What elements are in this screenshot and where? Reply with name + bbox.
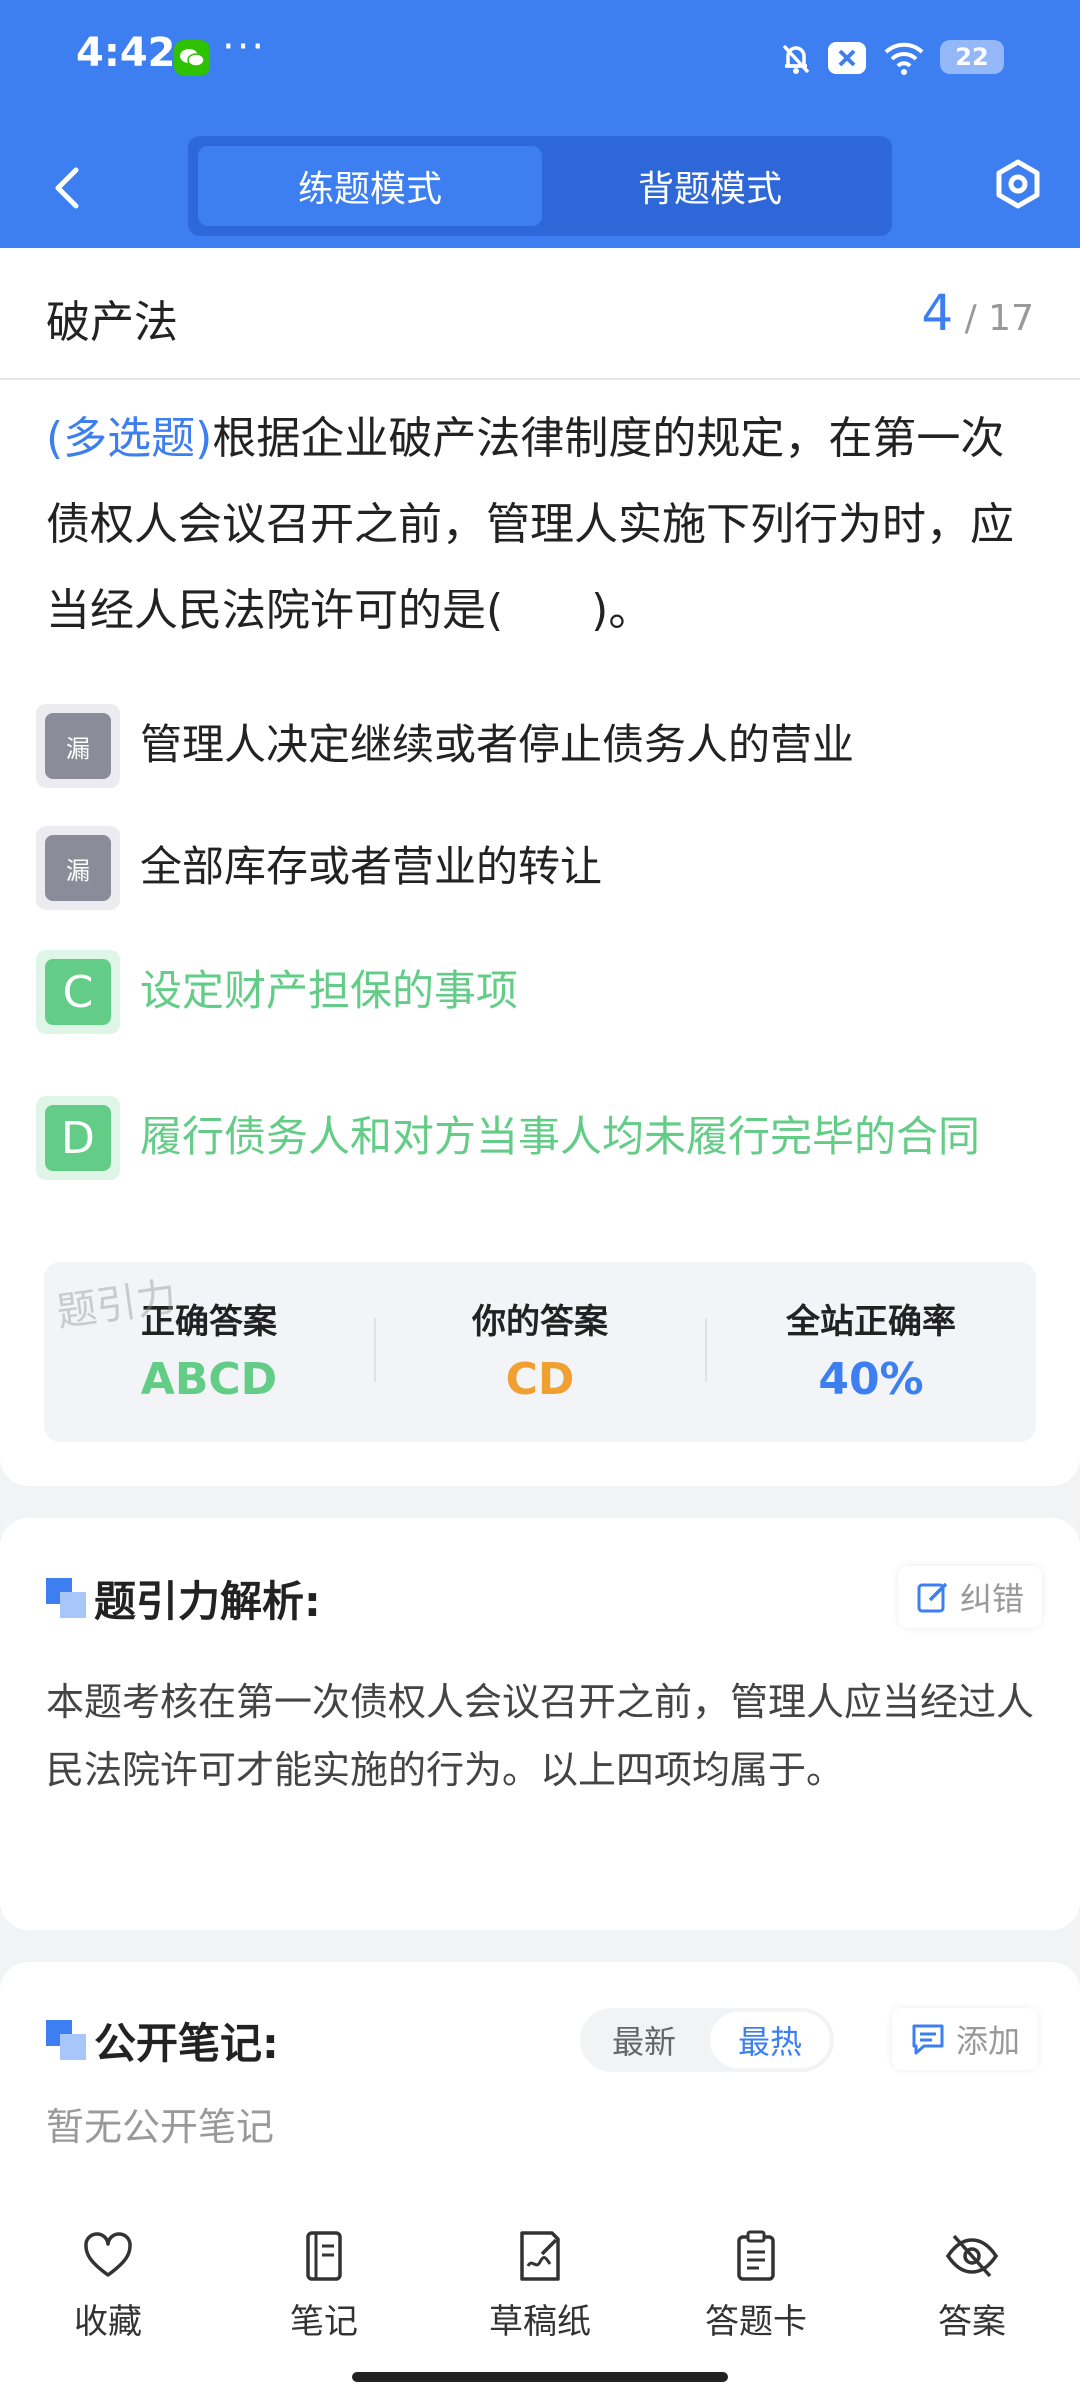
nav-answer-card[interactable]: 答题卡: [656, 2228, 856, 2358]
option-d[interactable]: D 履行债务人和对方当事人均未履行完毕的合同: [36, 1096, 1046, 1180]
current-question-number: 4: [921, 284, 954, 342]
wifi-icon: [882, 38, 926, 82]
nav-label: 草稿纸: [489, 2302, 591, 2342]
close-box-icon: [826, 38, 868, 82]
public-notes-card: 公开笔记: 最新 最热 添加 暂无公开笔记: [0, 1962, 1080, 2202]
nav-label: 答案: [938, 2302, 1006, 2342]
add-note-button[interactable]: 添加: [892, 2008, 1039, 2070]
answer-card-icon: [737, 2230, 775, 2281]
bottom-nav: 收藏 笔记 草稿纸 答题卡 答案: [0, 2202, 1080, 2400]
status-time: 4:42: [76, 30, 176, 76]
sort-latest[interactable]: 最新: [584, 2012, 704, 2068]
total-questions: / 17: [964, 298, 1034, 339]
tab-practice-mode[interactable]: 练题模式: [198, 146, 542, 226]
stat-value: CD: [505, 1354, 575, 1405]
option-b-badge: 漏: [45, 835, 111, 901]
stat-value: ABCD: [140, 1354, 278, 1405]
edit-icon: [917, 1582, 948, 1613]
notebook-icon: [306, 2231, 342, 2281]
option-a-badge: 漏: [45, 713, 111, 779]
section-square-icon: [46, 2020, 86, 2060]
back-chevron-icon: [55, 167, 79, 209]
section-square-icon: [46, 1578, 86, 1618]
stat-site-accuracy: 全站正确率 40%: [706, 1262, 1036, 1442]
more-notifications-icon: ···: [222, 24, 267, 70]
nav-label: 收藏: [74, 2302, 142, 2342]
correct-badge: C: [36, 950, 120, 1034]
nav-draft-paper[interactable]: 草稿纸: [440, 2228, 640, 2358]
notes-sort-toggle: 最新 最热: [580, 2008, 834, 2072]
sort-hottest[interactable]: 最热: [710, 2012, 830, 2068]
top-header: 4:42 ··· 22 练题模式 背题模式: [0, 0, 1080, 248]
missed-badge: 漏: [36, 826, 120, 910]
analysis-title: 题引力解析:: [94, 1577, 321, 1626]
draft-paper-icon: [520, 2231, 560, 2281]
question-card: 破产法 4 / 17 (多选题)根据企业破产法律制度的规定，在第一次债权人会议召…: [0, 248, 1080, 1486]
correct-badge: D: [36, 1096, 120, 1180]
question-counter: 4 / 17: [921, 284, 1034, 342]
heart-icon: [84, 2232, 132, 2277]
option-a-text: 管理人决定继续或者停止债务人的营业: [140, 720, 855, 769]
divider: [0, 378, 1080, 380]
answer-stats: 正确答案 ABCD 你的答案 CD 全站正确率 40%: [44, 1262, 1036, 1442]
stat-label: 全站正确率: [786, 1302, 956, 1342]
report-error-label: 纠错: [960, 1580, 1025, 1618]
option-d-text: 履行债务人和对方当事人均未履行完毕的合同: [140, 1112, 981, 1161]
option-a[interactable]: 漏 管理人决定继续或者停止债务人的营业: [36, 704, 1046, 788]
analysis-text: 本题考核在第一次债权人会议召开之前，管理人应当经过人民法院许可才能实施的行为。以…: [46, 1680, 1035, 1792]
home-indicator[interactable]: [352, 2372, 728, 2382]
hexagon-settings-icon: [996, 159, 1040, 209]
report-error-button[interactable]: 纠错: [898, 1566, 1043, 1628]
nav-toggle-answer[interactable]: 答案: [872, 2228, 1072, 2358]
option-b-text: 全部库存或者营业的转让: [140, 842, 603, 891]
option-c-text: 设定财产担保的事项: [140, 966, 519, 1015]
option-c-badge: C: [45, 959, 111, 1025]
add-note-label: 添加: [956, 2022, 1021, 2060]
comment-icon: [912, 2024, 944, 2055]
missed-badge: 漏: [36, 704, 120, 788]
battery-icon: 22: [940, 40, 1004, 74]
nav-notes[interactable]: 笔记: [224, 2228, 424, 2358]
nav-label: 笔记: [290, 2302, 358, 2342]
mode-switch: 练题模式 背题模式: [188, 136, 892, 236]
option-c[interactable]: C 设定财产担保的事项: [36, 950, 1046, 1034]
nav-favorite[interactable]: 收藏: [8, 2228, 208, 2358]
empty-notes-text: 暂无公开笔记: [46, 2105, 275, 2149]
option-d-badge: D: [45, 1105, 111, 1171]
tab-review-mode[interactable]: 背题模式: [538, 146, 882, 226]
analysis-card: 题引力解析: 纠错 本题考核在第一次债权人会议召开之前，管理人应当经过人民法院许…: [0, 1518, 1080, 1930]
notes-title: 公开笔记:: [94, 2019, 279, 2068]
settings-button[interactable]: [990, 156, 1046, 212]
mute-bell-icon: [776, 38, 816, 82]
wechat-notification-icon: [174, 40, 210, 76]
stat-label: 你的答案: [472, 1302, 608, 1342]
stat-your-answer: 你的答案 CD: [375, 1262, 705, 1442]
eye-off-icon: [945, 2234, 999, 2278]
back-button[interactable]: [40, 160, 96, 216]
subject-title: 破产法: [46, 297, 178, 348]
question-text: (多选题)根据企业破产法律制度的规定，在第一次债权人会议召开之前，管理人实施下列…: [46, 396, 1038, 654]
question-type-label: (多选题): [46, 413, 213, 464]
nav-label: 答题卡: [705, 2302, 807, 2342]
option-b[interactable]: 漏 全部库存或者营业的转让: [36, 826, 1046, 910]
stat-value: 40%: [818, 1354, 924, 1405]
